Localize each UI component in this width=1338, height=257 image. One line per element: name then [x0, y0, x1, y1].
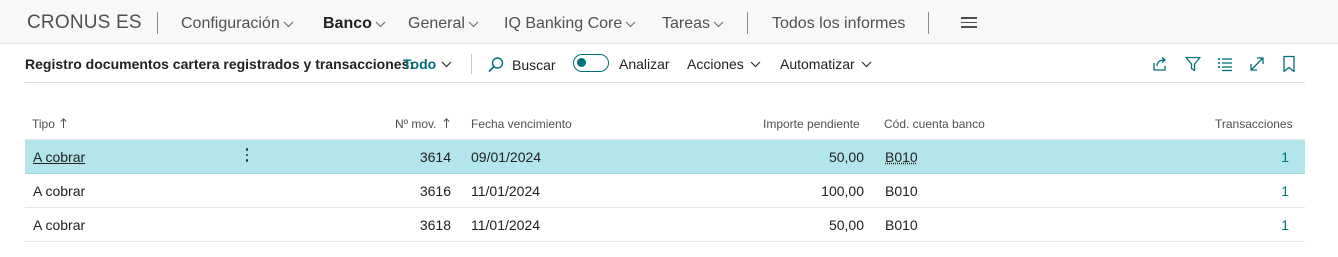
toggle-knob [577, 58, 586, 67]
automate-menu[interactable]: Automatizar [780, 56, 872, 72]
cell-transacciones[interactable]: 1 [1255, 149, 1289, 165]
table-row[interactable]: A cobrar 3614 09/01/2024 50,00 B010 1 [25, 140, 1305, 174]
nav-item-label: General [408, 15, 465, 32]
nav-item-tareas[interactable]: Tareas [662, 15, 724, 33]
table-row[interactable]: A cobrar 3618 11/01/2024 50,00 B010 1 [25, 208, 1305, 242]
cell-tipo[interactable]: A cobrar [33, 217, 85, 233]
cell-transacciones[interactable]: 1 [1255, 183, 1289, 199]
filter-icon[interactable] [1184, 55, 1202, 73]
expand-icon[interactable] [1248, 55, 1266, 73]
cell-cod-cuenta-banco[interactable]: B010 [885, 183, 918, 199]
analyze-toggle[interactable] [573, 54, 609, 72]
column-header-fecha-vencimiento[interactable]: Fecha vencimiento [471, 117, 572, 131]
action-bar-divider-line [25, 82, 1305, 83]
column-header-num-mov[interactable]: Nº mov. [395, 117, 450, 131]
cell-importe-pendiente: 100,00 [821, 183, 864, 199]
nav-item-all-reports[interactable]: Todos los informes [772, 15, 905, 33]
search-label: Buscar [512, 57, 556, 73]
automate-label: Automatizar [780, 56, 855, 72]
search-button[interactable]: Buscar [487, 56, 556, 74]
company-name[interactable]: CRONUS ES [27, 12, 142, 34]
chevron-down-icon [861, 61, 872, 67]
hamburger-icon[interactable] [961, 17, 977, 31]
top-navigation: CRONUS ES Configuración Banco General IQ… [0, 0, 1338, 44]
sort-ascending-icon [60, 118, 67, 128]
cell-fecha-vencimiento: 09/01/2024 [471, 149, 542, 165]
chevron-down-icon [625, 21, 636, 27]
chevron-down-icon [468, 21, 479, 27]
chevron-down-icon [375, 21, 386, 27]
action-bar-divider [471, 54, 472, 74]
cell-fecha-vencimiento: 11/01/2024 [471, 217, 541, 233]
nav-item-label: Banco [323, 15, 372, 32]
cell-importe-pendiente: 50,00 [828, 149, 864, 165]
cell-fecha-vencimiento: 11/01/2024 [471, 183, 541, 199]
sort-ascending-icon [443, 118, 450, 128]
nav-item-label: IQ Banking Core [504, 15, 623, 32]
cell-importe-pendiente: 50,00 [828, 217, 864, 233]
view-filter-dropdown[interactable]: Todo [403, 56, 452, 72]
cell-cod-cuenta-banco[interactable]: B010 [885, 217, 918, 233]
cell-num-mov: 3614 [419, 149, 451, 165]
column-header-tipo[interactable]: Tipo [32, 117, 67, 131]
row-actions-icon[interactable] [244, 148, 250, 166]
bookmark-icon[interactable] [1280, 55, 1298, 73]
cell-transacciones[interactable]: 1 [1255, 217, 1289, 233]
nav-item-iq-banking-core[interactable]: IQ Banking Core [504, 15, 636, 33]
chevron-down-icon [441, 61, 452, 67]
action-bar: Registro documentos cartera registrados … [0, 44, 1338, 84]
chevron-down-icon [283, 21, 294, 27]
view-filter-label: Todo [403, 56, 437, 72]
nav-item-label: Tareas [662, 15, 711, 32]
chevron-down-icon [713, 21, 724, 27]
search-icon [488, 57, 504, 73]
actions-label: Acciones [687, 56, 744, 72]
nav-item-configuracion[interactable]: Configuración [181, 15, 294, 33]
column-header-transacciones[interactable]: Transacciones [1215, 117, 1293, 131]
cell-tipo[interactable]: A cobrar [33, 183, 85, 199]
nav-item-label: Todos los informes [772, 15, 906, 32]
actions-menu[interactable]: Acciones [687, 56, 761, 72]
nav-divider [747, 12, 748, 34]
nav-divider [157, 12, 158, 34]
cell-cod-cuenta-banco[interactable]: B010 [885, 149, 918, 165]
list-view-icon[interactable] [1216, 55, 1234, 73]
nav-item-banco[interactable]: Banco [323, 15, 386, 33]
share-icon[interactable] [1151, 55, 1169, 73]
cell-tipo[interactable]: A cobrar [33, 149, 85, 165]
analyze-label[interactable]: Analizar [619, 56, 670, 72]
table-row[interactable]: A cobrar 3616 11/01/2024 100,00 B010 1 [25, 174, 1305, 208]
nav-item-general[interactable]: General [408, 15, 479, 33]
cell-num-mov: 3616 [419, 183, 451, 199]
column-header-importe-pendiente[interactable]: Importe pendiente [763, 117, 860, 131]
table-header: Tipo Nº mov. Fecha vencimiento Importe p… [25, 104, 1305, 140]
records-table: Tipo Nº mov. Fecha vencimiento Importe p… [25, 104, 1305, 242]
nav-divider [928, 12, 929, 34]
column-header-cod-cuenta-banco[interactable]: Cód. cuenta banco [884, 117, 985, 131]
chevron-down-icon [750, 61, 761, 67]
cell-num-mov: 3618 [419, 217, 451, 233]
page-title: Registro documentos cartera registrados … [25, 56, 415, 72]
nav-item-label: Configuración [181, 15, 280, 32]
